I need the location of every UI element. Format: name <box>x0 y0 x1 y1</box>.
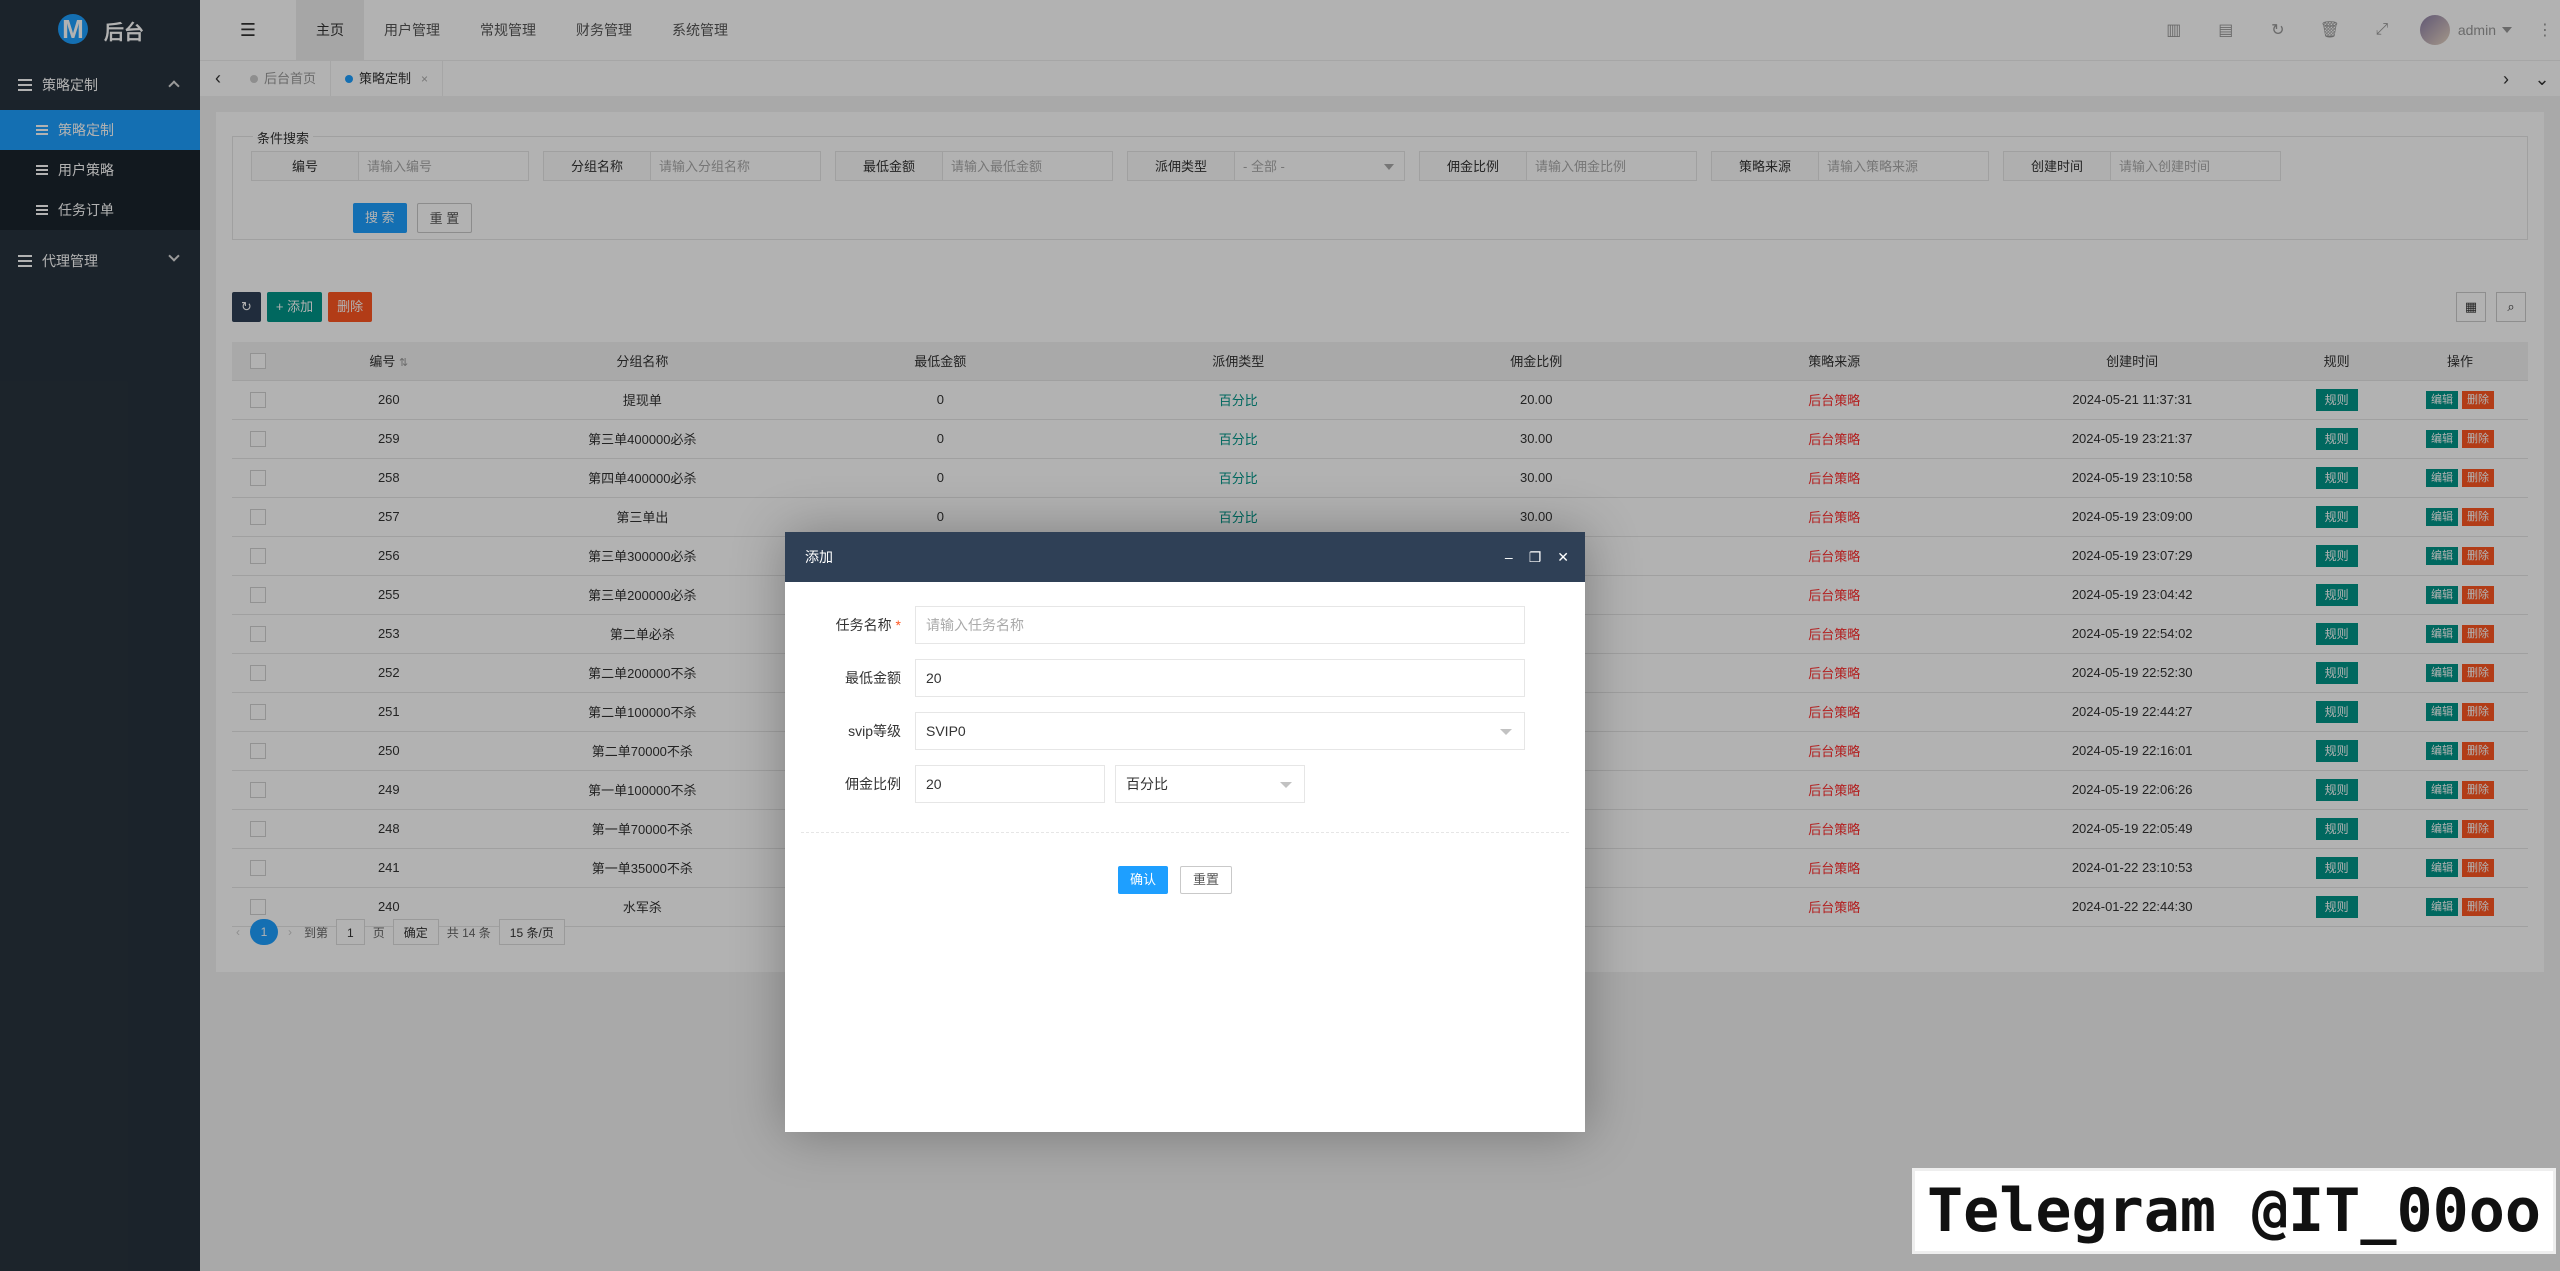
svip-level-select[interactable]: SVIP0 <box>915 712 1525 750</box>
add-modal: 添加 – ❐ ✕ 任务名称 * 请输入任务名称 最低金额 20 svip等级 S… <box>785 532 1585 1132</box>
commission-ratio-input[interactable]: 20 <box>915 765 1105 803</box>
required-mark: * <box>895 617 901 633</box>
caret-down-icon <box>1280 782 1292 788</box>
maximize-icon[interactable]: ❐ <box>1529 532 1542 582</box>
modal-header: 添加 – ❐ ✕ <box>785 532 1585 582</box>
close-icon[interactable]: ✕ <box>1557 532 1569 582</box>
caret-down-icon <box>1500 729 1512 735</box>
minimize-icon[interactable]: – <box>1505 532 1513 582</box>
field-min-amount: 最低金额 20 <box>785 659 1525 697</box>
field-label: 最低金额 <box>845 670 901 686</box>
field-label: 佣金比例 <box>845 776 901 792</box>
select-value: 百分比 <box>1126 776 1168 792</box>
field-label: svip等级 <box>848 723 901 739</box>
modal-title: 添加 <box>805 549 833 565</box>
field-commission-ratio: 佣金比例 20 百分比 <box>785 765 1305 803</box>
min-amount-input[interactable]: 20 <box>915 659 1525 697</box>
commission-type-select[interactable]: 百分比 <box>1115 765 1305 803</box>
field-task-name: 任务名称 * 请输入任务名称 <box>785 606 1525 644</box>
field-label: 任务名称 * <box>785 615 915 635</box>
watermark: Telegram @IT_00oo <box>1912 1168 2556 1254</box>
field-svip-level: svip等级 SVIP0 <box>785 712 1525 750</box>
confirm-button[interactable]: 确认 <box>1118 866 1169 894</box>
select-value: SVIP0 <box>926 723 966 739</box>
modal-buttons: 确认 重置 <box>1118 866 1233 894</box>
reset-button[interactable]: 重置 <box>1180 866 1233 894</box>
modal-divider <box>801 832 1569 833</box>
field-label-text: 任务名称 <box>835 617 892 633</box>
task-name-input[interactable]: 请输入任务名称 <box>915 606 1525 644</box>
